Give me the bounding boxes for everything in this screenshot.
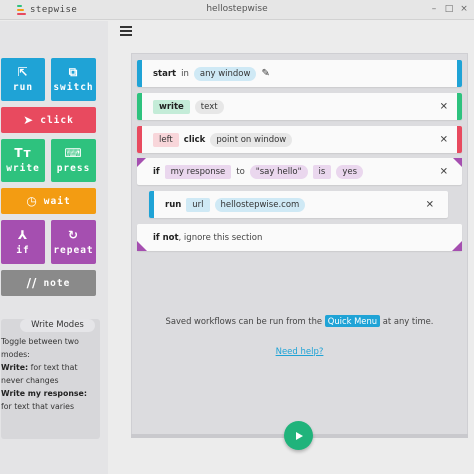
if-tile-label: if [16,244,30,256]
close-window-button[interactable]: × [458,3,470,15]
wait-tile[interactable]: ◷ wait [1,188,96,214]
run-tile[interactable]: ⇱ run [1,58,45,101]
close-icon[interactable]: ✕ [426,199,434,210]
switch-tile[interactable]: ⧉ switch [51,58,96,101]
if-not-corner-left [137,241,147,251]
note-tile-label: note [43,277,71,289]
saved-workflows-info: Saved workflows can be run from the Quic… [131,315,468,327]
if-corner-left [137,158,146,167]
cursor-icon: ➤ [23,113,35,127]
if-keyword: if [153,166,160,177]
start-prep: in [181,68,189,79]
write-mode-write-label: Write: [1,363,29,372]
quick-menu-badge: Quick Menu [324,315,381,327]
windows-icon: ⧉ [68,65,79,79]
open-external-icon: ⇱ [17,65,29,79]
repeat-tile[interactable]: ↻ repeat [51,220,96,264]
write-modes-title: Write Modes [20,319,95,332]
click-target-field[interactable]: point on window [210,132,293,147]
text-icon: Tт [14,146,32,160]
if-not-corner-right [452,241,462,251]
run-url-field[interactable]: hellostepwise.com [214,197,306,212]
write-step[interactable]: write text ✕ [137,93,462,120]
run-tile-label: run [12,82,34,93]
click-button-selector[interactable]: left [153,132,179,147]
menu-icon[interactable] [120,26,132,36]
keyboard-icon: ⌨ [64,146,83,160]
run-type-selector[interactable]: url [186,197,210,212]
click-tile[interactable]: ➤ click [1,107,96,133]
close-icon[interactable]: ✕ [440,166,448,177]
if-value-field[interactable]: "say hello" [249,164,308,179]
comment-slashes-icon: // [26,276,38,290]
switch-tile-label: switch [53,82,94,93]
if-step[interactable]: if my response to "say hello" is yes ✕ [137,158,462,185]
click-keyword: click [183,134,206,145]
close-icon[interactable]: ✕ [440,101,448,112]
need-help-link[interactable]: Need help? [131,347,468,357]
window-title: hellostepwise [206,4,268,14]
saved-info-post: at any time. [382,316,434,326]
write-mode-response-label: Write my response: [1,389,87,398]
run-keyword: run [165,199,182,210]
branch-icon: ⅄ [17,227,29,242]
repeat-icon: ↻ [67,227,80,242]
write-mode-response-desc: for text that varies [1,402,75,411]
click-tile-label: click [40,114,74,126]
start-keyword: start [153,68,177,79]
if-tile[interactable]: ⅄ if [1,220,45,264]
clock-icon: ◷ [26,194,38,208]
run-step[interactable]: run url hellostepwise.com ✕ [149,191,448,218]
window-selector[interactable]: any window [193,66,257,81]
play-button[interactable] [284,421,313,450]
if-not-text: , ignore this section [178,232,263,243]
note-tile[interactable]: // note [1,270,96,296]
if-corner-right [453,158,462,167]
press-tile[interactable]: ⌨ press [51,139,96,182]
minimize-button[interactable]: – [428,3,440,15]
saved-info-pre: Saved workflows can be run from the [165,316,323,326]
write-tile-label: write [6,163,40,174]
play-icon [295,431,303,440]
write-text-field[interactable]: text [194,99,224,114]
repeat-tile-label: repeat [53,244,94,256]
write-mode-write: Write: for text that never changes [1,361,99,387]
title-bar: stepwise hellostepwise – □ × [0,0,474,20]
press-tile-label: press [56,163,91,174]
write-modes-intro: Toggle between two modes: [1,337,79,359]
close-icon[interactable]: ✕ [440,134,448,145]
write-tile[interactable]: Tт write [1,139,45,182]
click-step[interactable]: left click point on window ✕ [137,126,462,153]
write-mode-response: Write my response: for text that varies [1,387,99,413]
wait-tile-label: wait [43,195,71,207]
maximize-button[interactable]: □ [443,3,455,15]
if-result-field[interactable]: yes [336,164,364,179]
if-not-step: if not , ignore this section [137,224,462,251]
if-variable-selector[interactable]: my response [164,164,232,179]
write-mode-toggle[interactable]: write [153,99,190,114]
if-not-keyword: if not [153,232,179,243]
edit-pencil-icon[interactable]: ✎ [261,68,269,79]
start-step[interactable]: start in any window ✎ [137,60,462,87]
if-prep: to [236,166,245,177]
if-operator-selector[interactable]: is [312,164,332,179]
